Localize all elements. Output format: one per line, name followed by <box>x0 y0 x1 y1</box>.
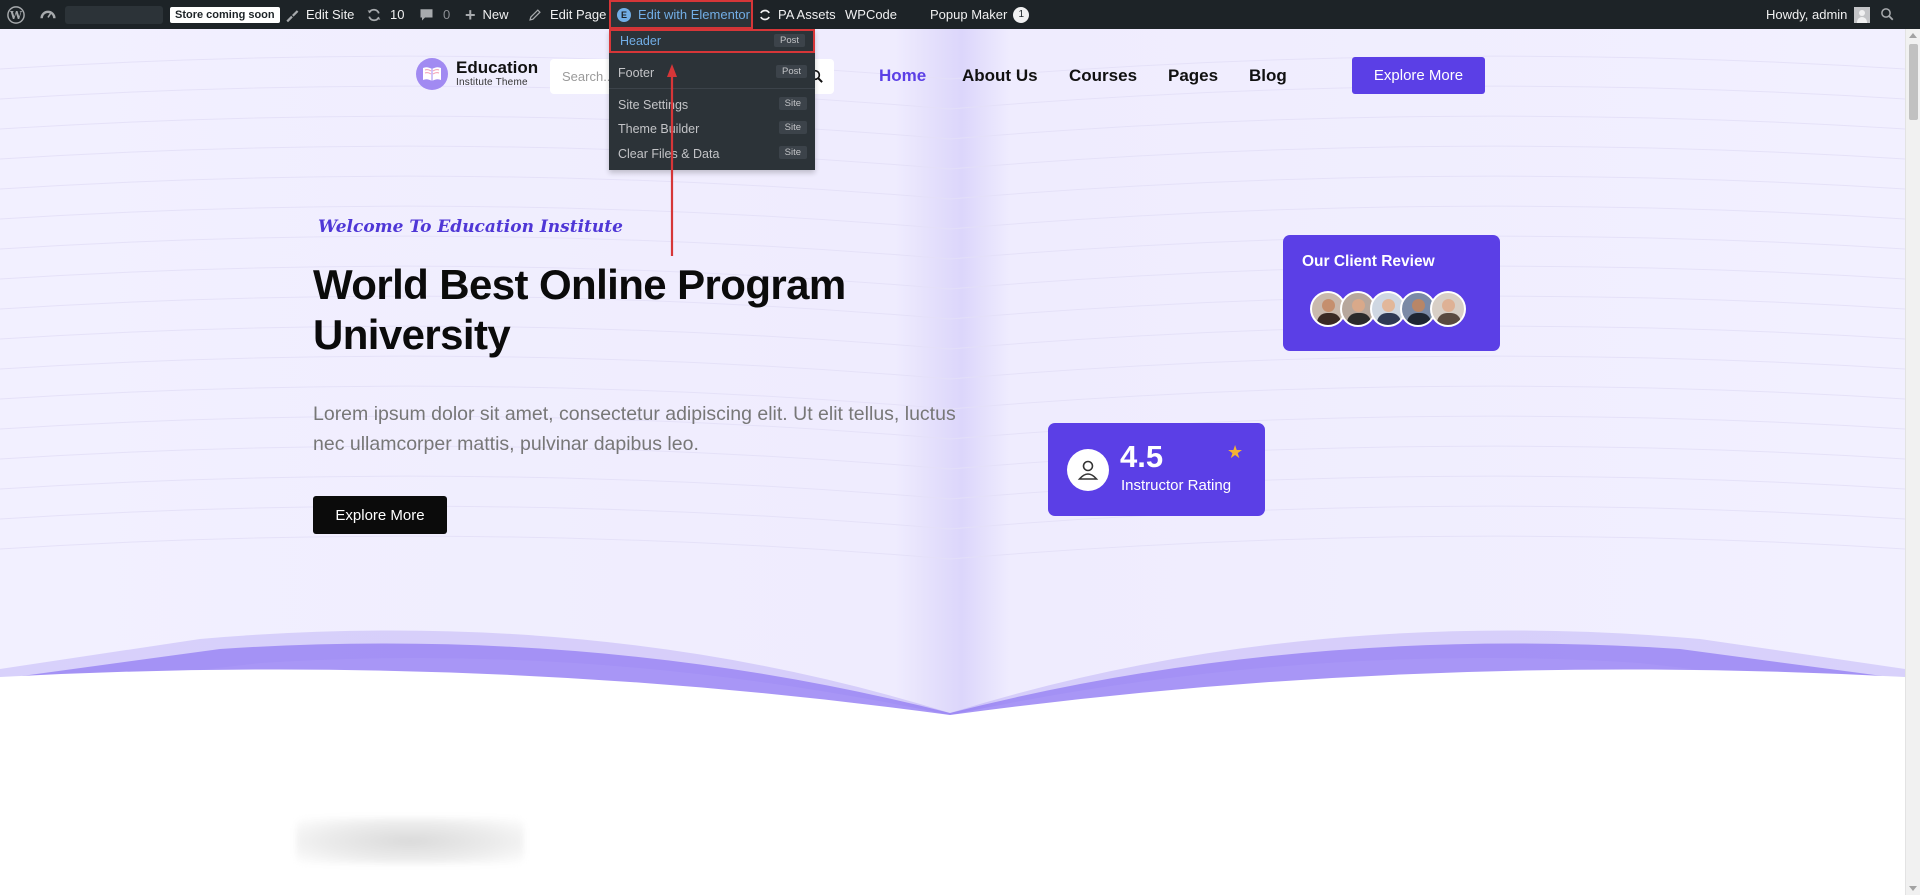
dropdown-item-site-settings[interactable]: Site Settings Site <box>609 93 815 117</box>
site-name-blurred[interactable] <box>65 6 163 24</box>
logo-title: Education <box>456 58 539 77</box>
elementor-dropdown-menu: Header Post Footer Post Site Settings Si… <box>609 29 815 170</box>
site-logo[interactable]: Education Institute Theme <box>416 58 538 90</box>
logo-subtitle: Institute Theme <box>456 77 528 88</box>
plus-icon: + <box>465 4 476 25</box>
dropdown-item-clear-files[interactable]: Clear Files & Data Site <box>609 142 815 166</box>
wordpress-logo-icon[interactable]: W <box>7 0 25 29</box>
dropdown-item-tag: Site <box>778 97 807 110</box>
scrollbar-thumb[interactable] <box>1909 44 1918 120</box>
hero-description: Lorem ipsum dolor sit amet, consectetur … <box>313 403 956 455</box>
brush-icon <box>286 9 299 22</box>
client-review-title: Our Client Review <box>1302 253 1435 270</box>
hero-explore-more-button[interactable]: Explore More <box>313 496 447 534</box>
welcome-tagline: Welcome To Education Institute <box>318 217 623 237</box>
edit-page-label: Edit Page <box>550 7 607 22</box>
svg-text:W: W <box>9 9 23 22</box>
client-avatars <box>1310 291 1466 327</box>
popup-maker-link[interactable]: Popup Maker 1 <box>930 0 1030 29</box>
dropdown-item-header[interactable]: Header Post <box>609 29 815 53</box>
popup-maker-label: Popup Maker <box>930 7 1008 22</box>
dropdown-item-tag: Post <box>775 65 807 78</box>
my-account-link[interactable]: Howdy, admin <box>1766 0 1871 29</box>
edit-with-elementor-label: Edit with Elementor <box>638 7 750 22</box>
instructor-rating-card: 4.5 Instructor Rating ★ <box>1048 423 1265 516</box>
popup-maker-count: 1 <box>1013 6 1030 23</box>
search-placeholder: Search... <box>562 69 615 84</box>
greeting-label: Howdy, admin <box>1766 7 1848 22</box>
store-coming-soon-badge[interactable]: Store coming soon <box>170 0 280 29</box>
edit-site-label: Edit Site <box>306 7 355 22</box>
updates-count: 10 <box>390 7 405 22</box>
dropdown-item-label: Footer <box>618 66 655 80</box>
page-scrollbar[interactable] <box>1905 29 1920 895</box>
dropdown-item-footer[interactable]: Footer Post <box>609 61 815 85</box>
nav-home[interactable]: Home <box>879 66 926 86</box>
new-content-link[interactable]: + New <box>465 0 509 29</box>
dashboard-icon[interactable] <box>40 0 56 29</box>
avatar <box>1430 291 1466 327</box>
dropdown-item-tag: Site <box>778 146 807 159</box>
hero-page-lines <box>0 55 1905 715</box>
dropdown-item-label: Theme Builder <box>618 122 700 136</box>
comment-icon <box>420 9 433 21</box>
dropdown-item-label: Site Settings <box>618 98 689 112</box>
star-icon: ★ <box>1227 442 1244 462</box>
updates-link[interactable]: 10 <box>366 0 404 29</box>
client-review-card: Our Client Review <box>1283 235 1500 351</box>
store-badge-label: Store coming soon <box>170 6 280 23</box>
nav-blog[interactable]: Blog <box>1249 66 1287 86</box>
pa-assets-label: PA Assets <box>778 7 836 22</box>
dropdown-item-tag: Site <box>778 121 807 134</box>
wpcode-link[interactable]: WPCode <box>845 0 897 29</box>
dropdown-item-theme-builder[interactable]: Theme Builder Site <box>609 117 815 141</box>
hero-section <box>0 29 1905 715</box>
edit-with-elementor-link[interactable]: E Edit with Elementor <box>609 0 753 29</box>
hero-title-line1: World Best Online Program <box>313 261 846 308</box>
user-icon <box>1067 449 1109 491</box>
admin-search-icon[interactable] <box>1880 0 1895 29</box>
new-label: New <box>482 7 509 22</box>
wp-admin-bar: W Store coming soon Edit Site 10 0 + New… <box>0 0 1920 29</box>
blurred-section-heading <box>296 818 524 864</box>
dropdown-item-label: Header <box>620 34 661 48</box>
comments-count: 0 <box>443 7 451 22</box>
elementor-icon: E <box>617 7 631 22</box>
edit-page-link[interactable]: Edit Page <box>528 0 606 29</box>
rating-value: 4.5 <box>1120 439 1164 474</box>
dropdown-item-label: Clear Files & Data <box>618 147 720 161</box>
comments-link[interactable]: 0 <box>419 0 450 29</box>
book-page-edges <box>0 630 1905 715</box>
refresh-icon <box>760 9 770 20</box>
updates-icon <box>367 8 381 21</box>
hero-title-line2: University <box>313 311 511 358</box>
admin-avatar-icon <box>1854 6 1871 23</box>
header-explore-more-button[interactable]: Explore More <box>1352 57 1485 94</box>
rating-label: Instructor Rating <box>1121 477 1232 494</box>
scroll-down-arrow-icon[interactable] <box>1909 886 1917 891</box>
nav-pages[interactable]: Pages <box>1168 66 1218 86</box>
nav-about-us[interactable]: About Us <box>962 66 1038 86</box>
book-logo-icon <box>416 58 448 90</box>
scroll-up-arrow-icon[interactable] <box>1909 33 1917 38</box>
pa-assets-link[interactable]: PA Assets <box>758 0 836 29</box>
dropdown-divider <box>609 88 815 89</box>
pencil-icon <box>529 8 541 21</box>
hero-title: World Best Online Program University <box>313 260 846 360</box>
wpcode-label: WPCode <box>845 7 898 22</box>
edit-site-link[interactable]: Edit Site <box>284 0 354 29</box>
nav-courses[interactable]: Courses <box>1069 66 1137 86</box>
dropdown-item-tag: Post <box>773 34 805 47</box>
